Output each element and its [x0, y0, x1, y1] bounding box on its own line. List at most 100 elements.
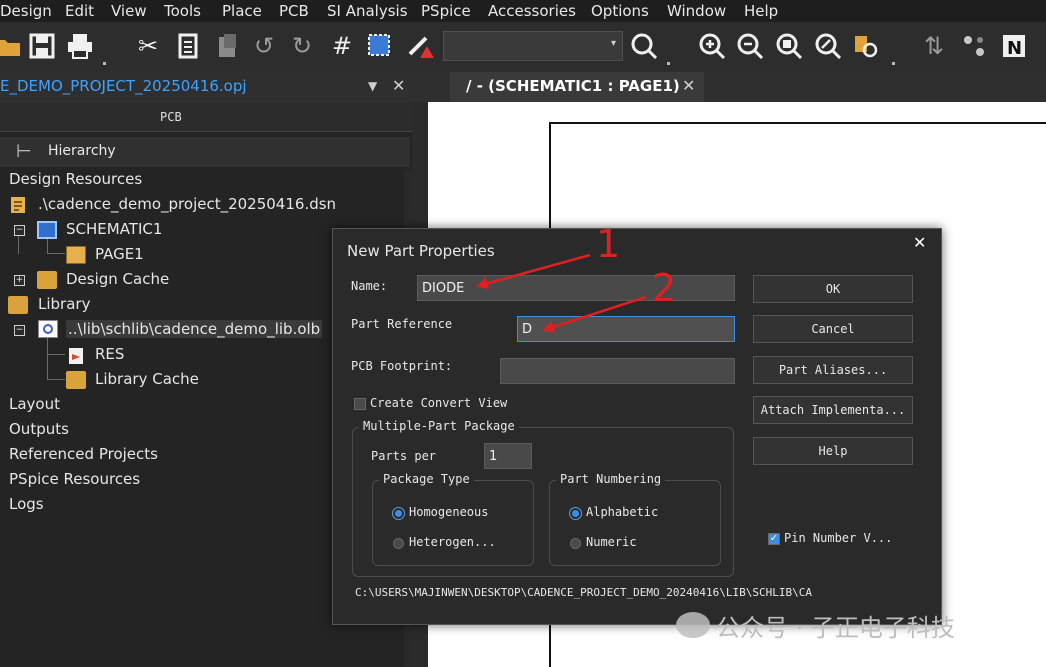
watermark-text: 公众号 · 子正电子科技: [716, 614, 955, 642]
tree-item-page1[interactable]: PAGE1: [95, 245, 144, 263]
menu-help[interactable]: Help: [744, 0, 778, 22]
chevron-down-icon[interactable]: ▼: [368, 79, 377, 93]
tree-item-referenced-projects[interactable]: Referenced Projects: [9, 445, 158, 463]
part-reference-field[interactable]: D: [517, 316, 735, 342]
pin-number-checkbox[interactable]: ✓: [768, 533, 780, 545]
select-area-icon[interactable]: [366, 32, 394, 60]
undo-icon[interactable]: ↺: [250, 32, 278, 60]
radio-numeric[interactable]: [570, 538, 581, 549]
tree-item-design-file[interactable]: .\cadence_demo_project_20250416.dsn: [38, 195, 336, 213]
tree-item-outputs[interactable]: Outputs: [9, 420, 69, 438]
tree-item-library-file[interactable]: ..\lib\schlib\cadence_demo_lib.olb: [66, 320, 323, 338]
tree-line: [47, 238, 48, 254]
notes-icon[interactable]: N: [1000, 32, 1028, 60]
menu-tools[interactable]: Tools: [164, 0, 201, 22]
project-tab-title[interactable]: E_DEMO_PROJECT_20250416.opj: [0, 77, 247, 95]
toolbar-separator: [667, 62, 670, 65]
save-icon[interactable]: [28, 32, 56, 60]
radio-heterogeneous[interactable]: [393, 538, 404, 549]
radio-alphabetic[interactable]: [570, 508, 581, 519]
zoom-out-icon[interactable]: [736, 32, 764, 60]
tree-item-logs[interactable]: Logs: [9, 495, 44, 513]
print-icon[interactable]: [66, 32, 94, 60]
menu-pcb[interactable]: PCB: [279, 0, 309, 22]
tree-item-res[interactable]: RES: [95, 345, 124, 363]
tree-item-pspice-resources[interactable]: PSpice Resources: [9, 470, 140, 488]
search-icon[interactable]: [630, 32, 658, 60]
attach-implementation-button[interactable]: Attach Implementa...: [753, 396, 913, 424]
tree-line: [47, 379, 65, 380]
chevron-down-icon[interactable]: ▾: [611, 38, 616, 49]
create-convert-checkbox[interactable]: [354, 398, 366, 410]
paste-icon[interactable]: [214, 32, 242, 60]
radio-homogeneous[interactable]: [393, 508, 404, 519]
tree-item-library-cache[interactable]: Library Cache: [95, 370, 199, 388]
annotation-number-2: 2: [652, 266, 677, 310]
menu-place[interactable]: Place: [222, 0, 262, 22]
panel-header: PCB: [0, 102, 412, 132]
tab-schematic[interactable]: / - (SCHEMATIC1 : PAGE1) ✕: [450, 72, 704, 102]
design-file-icon: [9, 195, 29, 213]
parts-per-label: Parts per: [371, 449, 437, 463]
collapse-toggle[interactable]: −: [14, 225, 25, 236]
tree-item-schematic1[interactable]: SCHEMATIC1: [66, 220, 162, 238]
annotate-icon[interactable]: [960, 32, 988, 60]
zoom-area-icon[interactable]: [775, 32, 803, 60]
menu-accessories[interactable]: Accessories: [488, 0, 576, 22]
menu-pspice[interactable]: PSpice: [421, 0, 471, 22]
name-label: Name:: [351, 279, 388, 293]
library-path-text: C:\USERS\MAJINWEN\DESKTOP\CADENCE_PROJEC…: [355, 586, 812, 599]
collapse-toggle[interactable]: −: [14, 325, 25, 336]
tab-project[interactable]: E_DEMO_PROJECT_20250416.opj ▼ ✕: [0, 72, 412, 102]
tree-line: [47, 253, 65, 254]
ok-button[interactable]: OK: [753, 275, 913, 303]
close-icon[interactable]: ✕: [392, 76, 405, 95]
cut-icon[interactable]: ✂: [134, 32, 162, 60]
copy-icon[interactable]: [174, 32, 202, 60]
wechat-logo-icon: [676, 612, 710, 638]
toolbar-separator: [103, 62, 106, 65]
library-file-icon: [38, 320, 58, 338]
netlist-icon[interactable]: ⇅: [920, 32, 948, 60]
tree-item-library[interactable]: Library: [38, 295, 90, 313]
part-aliases-button[interactable]: Part Aliases...: [753, 356, 913, 384]
part-icon: [66, 346, 86, 364]
alphabetic-label: Alphabetic: [586, 505, 659, 519]
find-parts-icon[interactable]: [852, 32, 880, 60]
ok-button-label: OK: [825, 282, 841, 296]
menu-design[interactable]: Design: [0, 0, 52, 22]
help-button[interactable]: Help: [753, 437, 913, 465]
close-icon[interactable]: ✕: [682, 76, 695, 95]
drc-icon[interactable]: [406, 32, 434, 60]
part-numbering-group: Part Numbering Alphabetic Numeric: [549, 472, 721, 566]
cancel-button[interactable]: Cancel: [753, 315, 913, 343]
tree-item-layout[interactable]: Layout: [9, 395, 60, 413]
grid-icon[interactable]: #: [328, 32, 356, 60]
zoom-in-icon[interactable]: [698, 32, 726, 60]
hierarchy-tab-label[interactable]: Hierarchy: [48, 143, 116, 159]
parts-per-field[interactable]: 1: [484, 443, 532, 469]
name-field-value: DIODE: [422, 281, 465, 296]
heterogeneous-label: Heterogen...: [409, 535, 496, 549]
name-field[interactable]: DIODE: [417, 275, 735, 301]
pcb-footprint-label: PCB Footprint:: [351, 359, 453, 373]
toolbar-search-combo[interactable]: ▾: [443, 31, 623, 61]
tree-item-design-resources[interactable]: Design Resources: [9, 170, 142, 188]
tab-hierarchy[interactable]: ⊢ Hierarchy: [0, 137, 410, 167]
new-part-properties-dialog: New Part Properties ✕ Name: DIODE Part R…: [332, 228, 942, 625]
menu-view[interactable]: View: [111, 0, 147, 22]
part-reference-field-value: D: [522, 322, 533, 337]
tree-item-design-cache[interactable]: Design Cache: [66, 270, 169, 288]
folder-open-icon[interactable]: [0, 32, 22, 60]
pcb-footprint-field[interactable]: [500, 358, 735, 384]
menu-edit[interactable]: Edit: [65, 0, 94, 22]
multiple-part-package-label: Multiple-Part Package: [359, 419, 519, 433]
expand-toggle[interactable]: +: [14, 275, 25, 286]
menu-window[interactable]: Window: [667, 0, 726, 22]
zoom-all-icon[interactable]: [814, 32, 842, 60]
schematic-tab-title[interactable]: / - (SCHEMATIC1 : PAGE1): [466, 77, 680, 95]
redo-icon[interactable]: ↻: [288, 32, 316, 60]
close-icon[interactable]: ✕: [913, 233, 926, 252]
menu-options[interactable]: Options: [591, 0, 649, 22]
menu-si-analysis[interactable]: SI Analysis: [327, 0, 408, 22]
